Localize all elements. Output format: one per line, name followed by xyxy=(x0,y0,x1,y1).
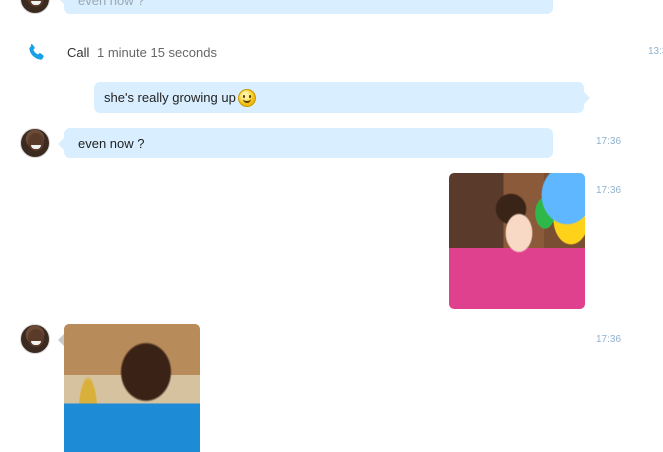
message-bubble-incoming[interactable]: even now ? xyxy=(58,0,553,14)
contact-avatar[interactable] xyxy=(20,324,50,354)
contact-avatar[interactable] xyxy=(20,0,50,14)
phone-icon xyxy=(25,42,47,69)
message-text: even now ? xyxy=(78,0,145,8)
call-label: Call xyxy=(67,45,90,60)
message-bubble-incoming[interactable]: even now ? xyxy=(58,128,553,158)
bubble-tail xyxy=(58,334,64,346)
timestamp: 17:36 xyxy=(596,185,622,196)
shared-photo-outgoing[interactable] xyxy=(449,173,585,309)
smiley-emoji-icon xyxy=(237,88,256,107)
message-text: she's really growing up xyxy=(104,90,236,105)
shared-photo-incoming[interactable] xyxy=(64,324,200,452)
message-text: even now ? xyxy=(78,135,145,151)
timestamp: 17:36 xyxy=(596,136,622,147)
contact-avatar[interactable] xyxy=(20,128,50,158)
timestamp: 13:3 xyxy=(648,46,663,57)
message-bubble-outgoing[interactable]: she's really growing up xyxy=(94,82,590,113)
timestamp: 17:36 xyxy=(596,334,622,345)
call-duration: 1 minute 15 seconds xyxy=(97,45,217,60)
